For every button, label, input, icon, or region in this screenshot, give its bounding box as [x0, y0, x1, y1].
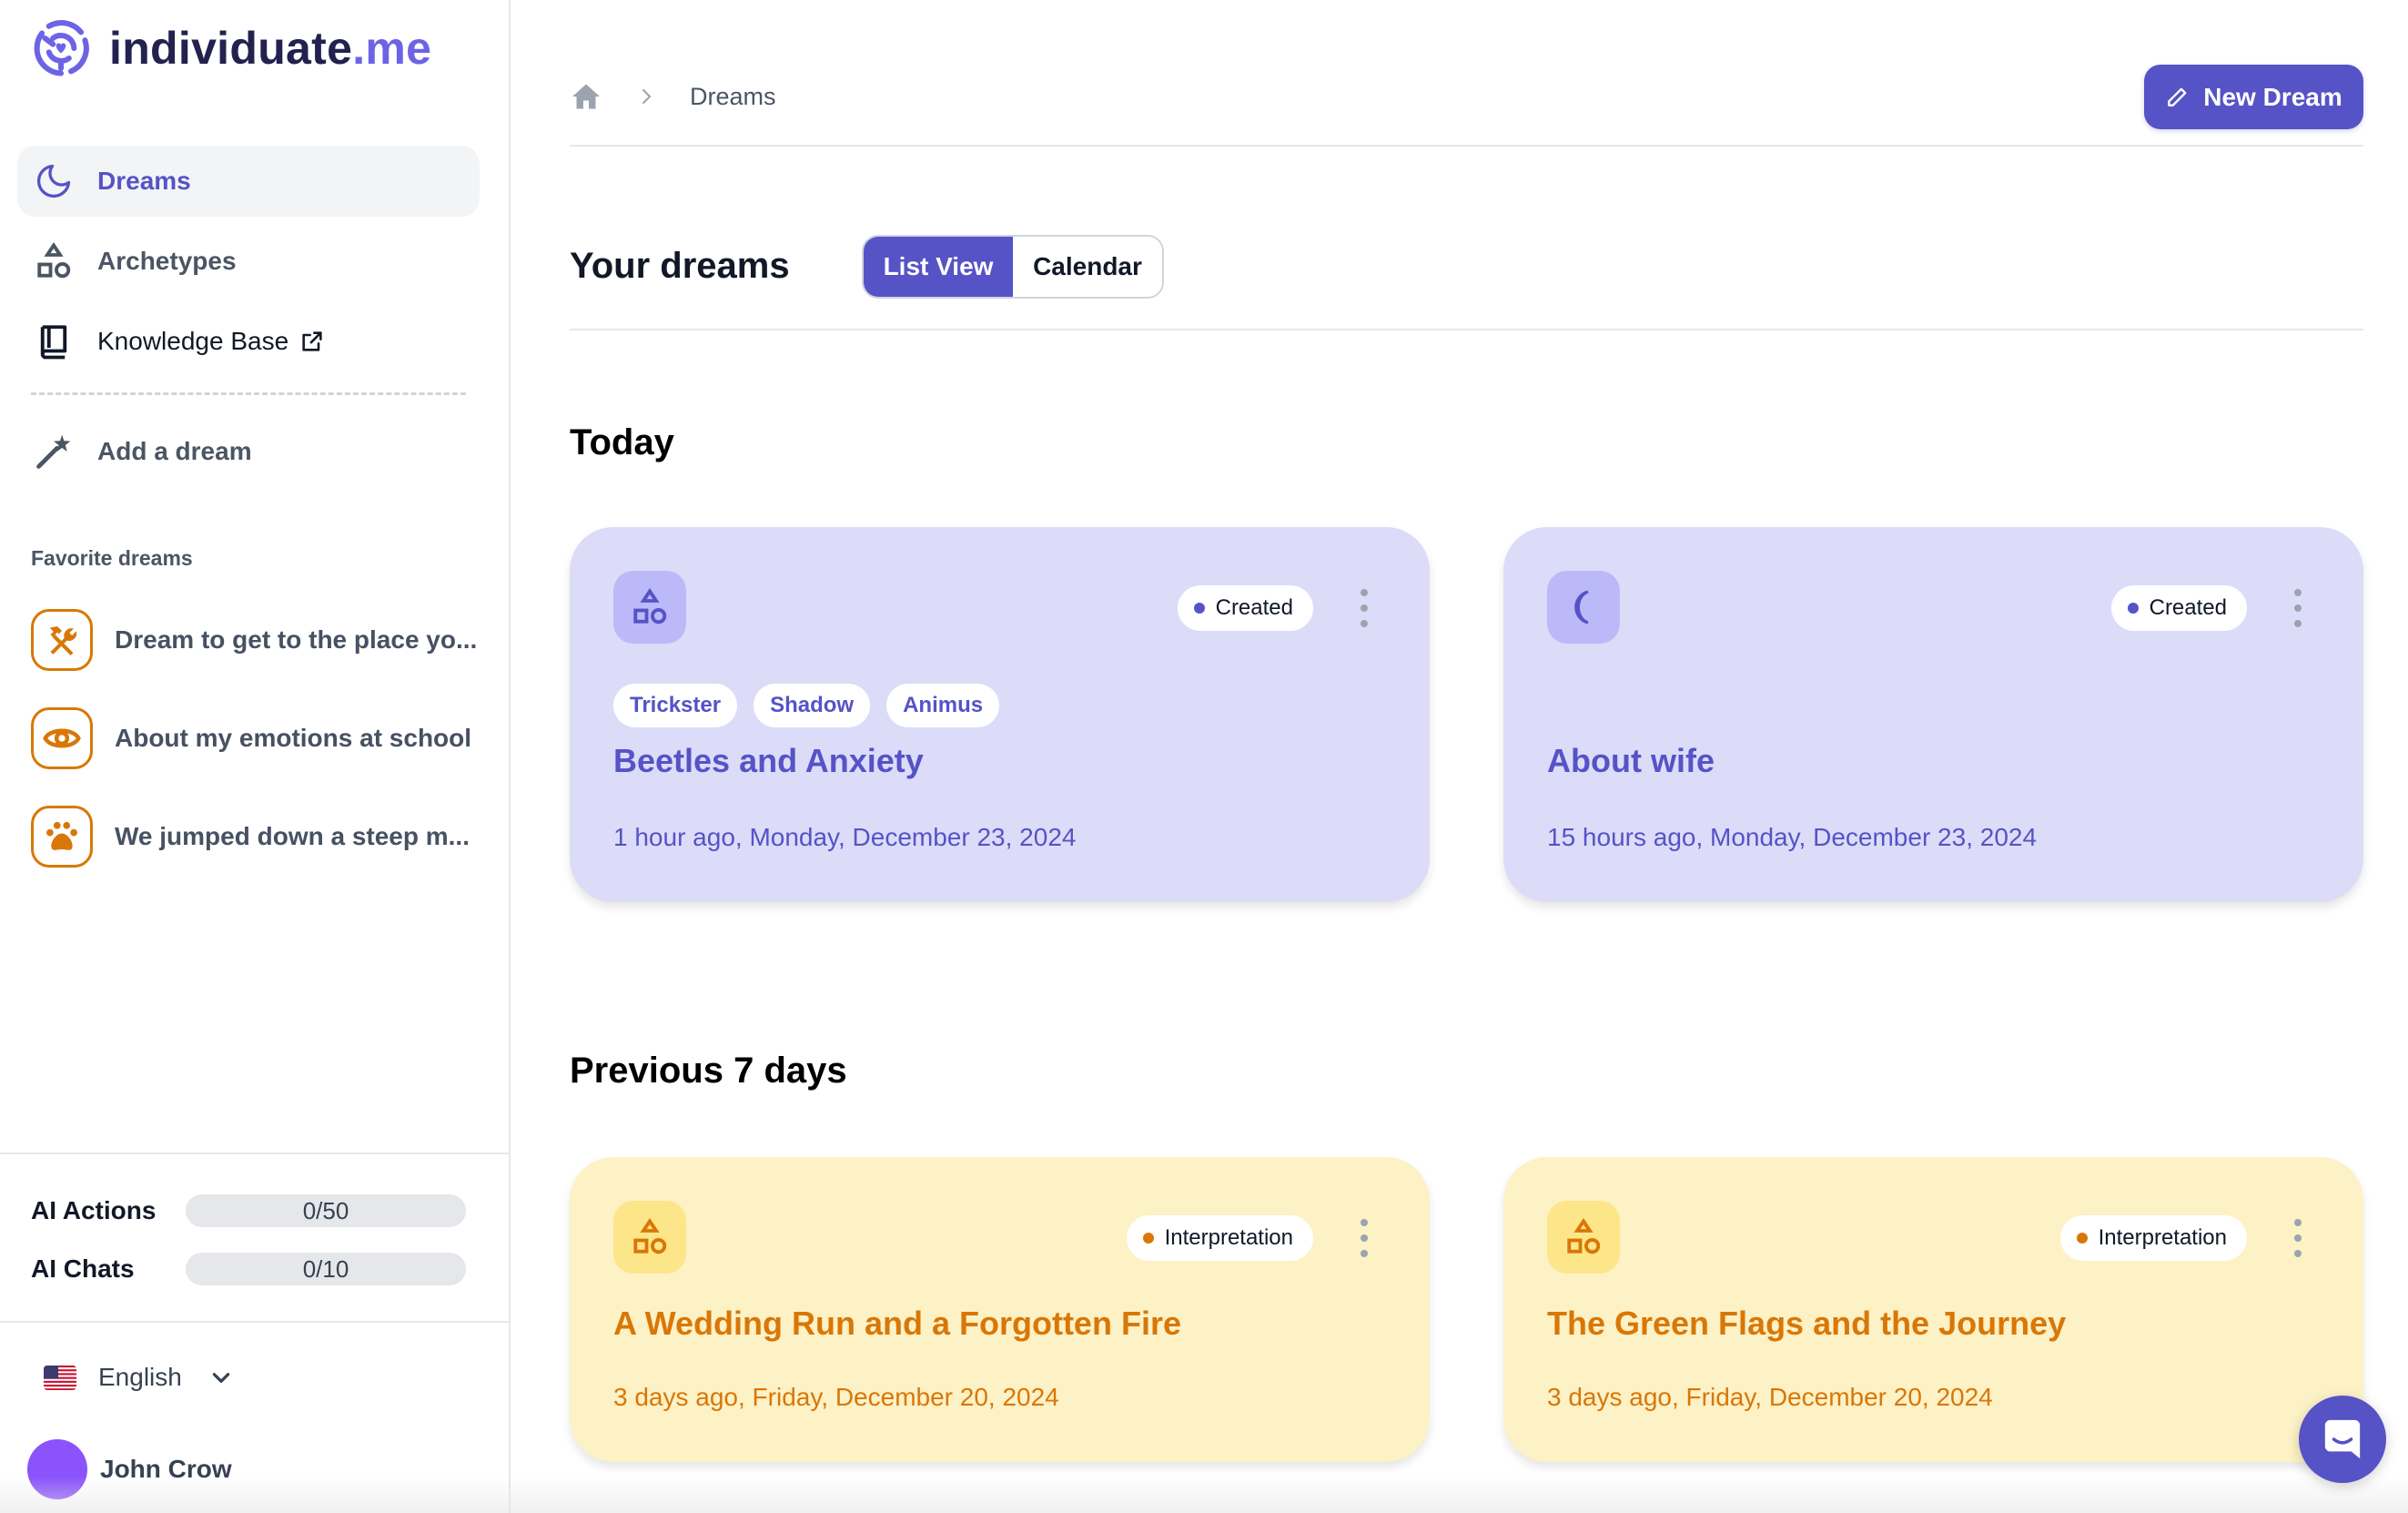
avatar — [27, 1439, 87, 1499]
moon-icon — [32, 159, 76, 203]
page-title: Your dreams — [570, 246, 790, 286]
favorite-dream-item[interactable]: We jumped down a steep m... — [31, 805, 477, 868]
dream-card[interactable]: Created Trickster Shadow Animus Beetles … — [570, 527, 1430, 902]
archetype-tag[interactable]: Shadow — [754, 684, 871, 727]
magic-wand-icon — [32, 430, 76, 473]
sidebar-item-archetypes[interactable]: Archetypes — [17, 226, 480, 297]
status-dot — [1193, 603, 1205, 614]
status-badge: Interpretation — [1126, 1215, 1313, 1261]
main-content: Dreams New Dream Your dreams List View C… — [511, 0, 2408, 1513]
status-badge: Created — [2110, 585, 2247, 631]
sidebar-divider — [0, 1153, 511, 1154]
sidebar-item-label: Knowledge Base — [97, 327, 289, 355]
dream-date: 3 days ago, Friday, December 20, 2024 — [613, 1383, 1059, 1411]
eye-icon — [31, 707, 93, 769]
archetype-tag[interactable]: Animus — [886, 684, 1000, 727]
quota-value: 0/50 — [302, 1197, 349, 1224]
dream-date: 1 hour ago, Monday, December 23, 2024 — [613, 823, 1077, 851]
chevron-right-icon — [642, 89, 652, 104]
quota-value: 0/10 — [302, 1255, 349, 1283]
language-label: English — [98, 1363, 182, 1391]
quota-ai-chats: AI Chats 0/10 — [31, 1251, 468, 1287]
status-dot — [2127, 603, 2139, 614]
dream-title: A Wedding Run and a Forgotten Fire — [613, 1305, 1181, 1342]
status-label: Created — [2149, 595, 2227, 620]
view-toggle: List View Calendar — [862, 235, 1164, 299]
logo[interactable]: individuate.me — [31, 18, 431, 78]
pencil-icon — [2168, 87, 2187, 107]
sidebar-item-add-dream[interactable]: Add a dream — [17, 416, 480, 487]
sidebar-item-dreams[interactable]: Dreams — [17, 146, 480, 217]
favorite-dream-label: We jumped down a steep m... — [115, 822, 470, 850]
sidebar-divider — [31, 392, 466, 395]
status-badge: Created — [1177, 585, 1313, 631]
more-options-icon[interactable] — [2287, 1219, 2309, 1257]
favorite-dream-item[interactable]: Dream to get to the place yo... — [31, 608, 477, 672]
archetype-tags: Trickster Shadow Animus — [613, 684, 1000, 727]
status-dot — [1142, 1233, 1154, 1244]
dream-title: The Green Flags and the Journey — [1547, 1305, 2067, 1342]
breadcrumb: Dreams — [570, 78, 776, 115]
more-options-icon[interactable] — [1353, 1219, 1375, 1257]
breadcrumb-current: Dreams — [690, 82, 776, 110]
language-selector[interactable]: English — [44, 1356, 233, 1398]
user-name: John Crow — [100, 1455, 232, 1483]
list-view-tab[interactable]: List View — [864, 237, 1013, 297]
new-dream-button[interactable]: New Dream — [2144, 65, 2363, 129]
header-divider — [570, 145, 2363, 147]
quota-label: AI Actions — [31, 1196, 157, 1224]
more-options-icon[interactable] — [1353, 589, 1375, 627]
dream-card[interactable]: Interpretation The Green Flags and the J… — [1503, 1157, 2363, 1462]
us-flag-icon — [44, 1365, 76, 1390]
moon-icon — [1547, 571, 1620, 644]
home-icon[interactable] — [570, 80, 602, 113]
sidebar-item-label: Add a dream — [97, 437, 252, 465]
dream-title: Beetles and Anxiety — [613, 742, 924, 779]
sidebar: individuate.me Dreams Archetypes Knowled… — [0, 0, 511, 1513]
sidebar-item-label: Archetypes — [97, 247, 237, 275]
favorite-dream-label: Dream to get to the place yo... — [115, 625, 477, 654]
shapes-icon — [32, 239, 76, 283]
brand-name: individuate.me — [109, 23, 432, 74]
section-heading-today: Today — [570, 422, 674, 462]
shapes-icon — [613, 1201, 686, 1274]
sidebar-item-label: Dreams — [97, 167, 191, 195]
favorite-dream-label: About my emotions at school — [115, 724, 472, 752]
logo-icon — [34, 20, 89, 76]
section-heading-previous-7-days: Previous 7 days — [570, 1051, 847, 1091]
favorite-dream-item[interactable]: About my emotions at school — [31, 706, 477, 770]
dream-date: 15 hours ago, Monday, December 23, 2024 — [1547, 823, 2038, 851]
dream-card[interactable]: Interpretation A Wedding Run and a Forgo… — [570, 1157, 1430, 1462]
book-icon — [32, 320, 76, 363]
archetype-tag[interactable]: Trickster — [613, 684, 738, 727]
status-label: Interpretation — [1164, 1225, 1293, 1250]
chevron-down-icon — [212, 1373, 230, 1383]
more-options-icon[interactable] — [2287, 589, 2309, 627]
dream-date: 3 days ago, Friday, December 20, 2024 — [1547, 1383, 1993, 1411]
new-dream-label: New Dream — [2203, 82, 2342, 111]
chat-icon — [2324, 1419, 2361, 1459]
status-badge: Interpretation — [2059, 1215, 2247, 1261]
dream-title: About wife — [1547, 742, 1715, 779]
sidebar-item-knowledge-base[interactable]: Knowledge Base — [17, 306, 480, 377]
calendar-tab[interactable]: Calendar — [1013, 237, 1162, 297]
external-link-icon — [302, 331, 322, 351]
tools-icon — [31, 609, 93, 671]
paw-icon — [31, 806, 93, 868]
status-label: Created — [1215, 595, 1293, 620]
title-divider — [570, 329, 2363, 330]
status-dot — [2076, 1233, 2088, 1244]
quota-progress-bar: 0/50 — [186, 1194, 466, 1227]
dream-card[interactable]: Created About wife 15 hours ago, Monday,… — [1503, 527, 2363, 902]
shapes-icon — [613, 571, 686, 644]
sidebar-divider — [0, 1321, 511, 1323]
quota-progress-bar: 0/10 — [186, 1253, 466, 1285]
status-label: Interpretation — [2098, 1225, 2227, 1250]
user-profile[interactable]: John Crow — [27, 1438, 232, 1500]
favorites-heading: Favorite dreams — [31, 546, 193, 570]
quota-label: AI Chats — [31, 1254, 135, 1283]
shapes-icon — [1547, 1201, 1620, 1274]
quota-ai-actions: AI Actions 0/50 — [31, 1193, 468, 1229]
chat-support-button[interactable] — [2299, 1396, 2386, 1483]
